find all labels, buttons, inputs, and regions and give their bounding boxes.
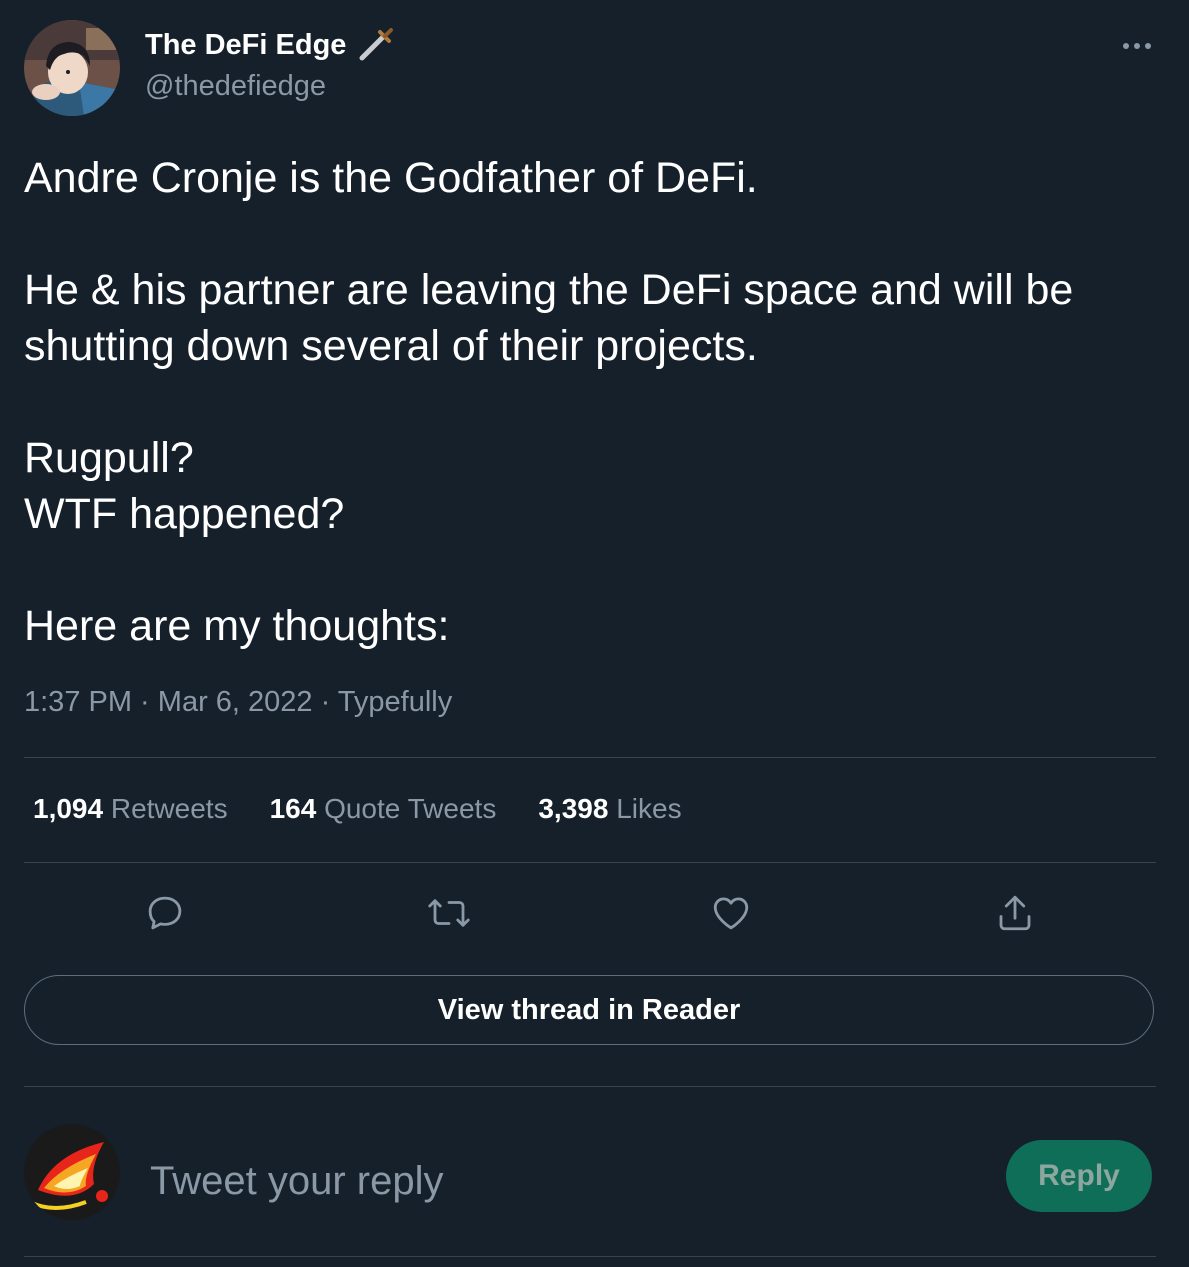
tweet-line: WTF happened? (24, 490, 345, 538)
tweet-line: shutting down several of their projects. (24, 322, 758, 370)
divider (24, 1086, 1156, 1087)
likes-stat[interactable]: 3,398 Likes (538, 793, 681, 825)
tweet-date[interactable]: Mar 6, 2022 (158, 686, 313, 718)
author-handle[interactable]: @thedefiedge (145, 70, 326, 103)
tweet-stats: 1,094 Retweets 164 Quote Tweets 3,398 Li… (33, 793, 682, 825)
tweet-line: Rugpull? (24, 434, 194, 482)
divider (24, 1256, 1156, 1257)
quote-tweets-count: 164 (269, 793, 317, 824)
quote-tweets-label: Quote Tweets (324, 793, 497, 824)
author-avatar[interactable] (24, 20, 120, 116)
more-horizontal-icon[interactable] (1118, 34, 1158, 58)
reply-icon[interactable] (142, 890, 188, 936)
like-icon[interactable] (708, 890, 754, 936)
tweet-line: Here are my thoughts: (24, 602, 450, 650)
author-display-name[interactable]: The DeFi Edge (145, 28, 394, 62)
reply-input[interactable] (148, 1150, 972, 1212)
tweet-text: Andre Cronje is the Godfather of DeFi. H… (24, 150, 1164, 654)
retweet-icon[interactable] (426, 890, 472, 936)
tweet-meta: 1:37 PM · Mar 6, 2022 · Typefully (24, 686, 452, 719)
tweet-source[interactable]: Typefully (338, 686, 452, 718)
retweets-stat[interactable]: 1,094 Retweets (33, 793, 228, 825)
tweet-page: The DeFi Edge @thedefiedge Andre Cronje … (0, 0, 1189, 1267)
user-avatar[interactable] (24, 1124, 120, 1220)
author-name-text[interactable]: The DeFi Edge (145, 29, 346, 62)
likes-label: Likes (616, 793, 682, 824)
tweet-line: Andre Cronje is the Godfather of DeFi. (24, 154, 758, 202)
view-thread-reader-button[interactable]: View thread in Reader (24, 975, 1154, 1045)
reader-button-label: View thread in Reader (437, 993, 741, 1026)
reply-button-label: Reply (1038, 1159, 1120, 1192)
reply-button[interactable]: Reply (1006, 1140, 1152, 1212)
quote-tweets-stat[interactable]: 164 Quote Tweets (270, 793, 497, 825)
retweets-count: 1,094 (33, 793, 104, 824)
share-icon[interactable] (992, 890, 1038, 936)
likes-count: 3,398 (538, 793, 609, 824)
meta-separator: · (312, 686, 338, 718)
tweet-time[interactable]: 1:37 PM (24, 686, 132, 718)
tweet-line: He & his partner are leaving the DeFi sp… (24, 266, 1074, 314)
divider (24, 862, 1156, 863)
dagger-icon (356, 28, 394, 62)
retweets-label: Retweets (110, 793, 228, 824)
meta-separator: · (132, 686, 158, 718)
divider (24, 757, 1156, 758)
